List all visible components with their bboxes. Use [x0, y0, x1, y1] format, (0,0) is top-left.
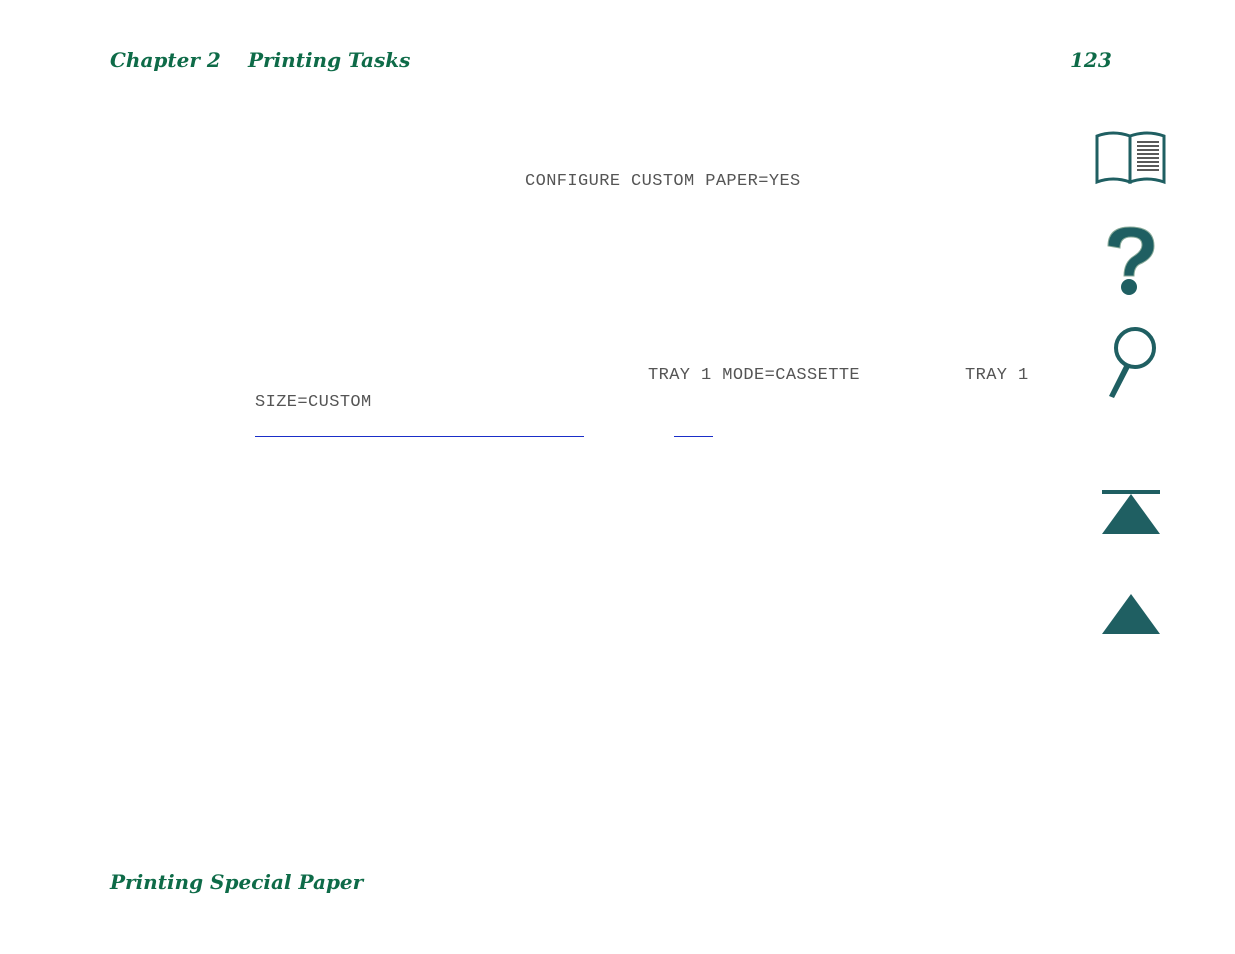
previous-page-icon — [1102, 594, 1160, 634]
page-number: 123 — [1070, 48, 1112, 72]
help-button[interactable] — [1102, 224, 1158, 298]
search-button[interactable] — [1103, 326, 1159, 400]
section-title: Printing Tasks — [248, 48, 411, 72]
previous-page-button[interactable] — [1100, 592, 1162, 636]
lcd-configure-custom-paper: CONFIGURE CUSTOM PAPER=YES — [525, 172, 801, 191]
first-page-icon — [1102, 490, 1160, 534]
lcd-tray1-label: TRAY 1 — [965, 366, 1029, 385]
book-icon — [1095, 131, 1166, 185]
footer-section-title: Printing Special Paper — [110, 870, 364, 894]
lcd-tray1-mode: TRAY 1 MODE=CASSETTE — [648, 366, 861, 385]
search-icon — [1109, 327, 1156, 398]
help-icon — [1107, 226, 1155, 295]
contents-button[interactable] — [1093, 128, 1169, 186]
chapter-label: Chapter 2 — [110, 48, 221, 72]
lcd-size-custom: SIZE=CUSTOM — [255, 393, 372, 412]
first-page-button[interactable] — [1100, 488, 1162, 536]
page-reference-link[interactable] — [674, 436, 713, 437]
cross-reference-link[interactable] — [255, 436, 584, 437]
